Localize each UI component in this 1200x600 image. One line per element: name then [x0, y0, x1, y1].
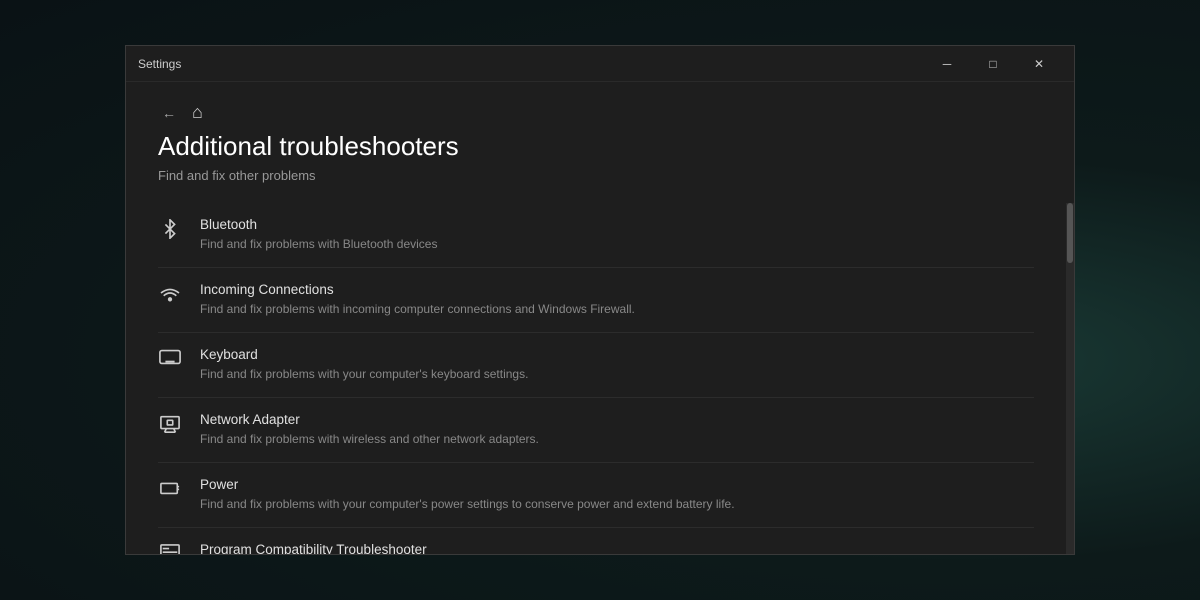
close-button[interactable]: ✕ [1016, 46, 1062, 82]
item-desc-incoming: Find and fix problems with incoming comp… [200, 300, 1034, 318]
subtitle: Find and fix other problems [158, 168, 1042, 183]
power-icon [158, 479, 182, 497]
list-item[interactable]: Power Find and fix problems with your co… [158, 463, 1034, 528]
scrollbar-track[interactable] [1066, 203, 1074, 554]
settings-window: Settings ─ □ ✕ ← ⌂ Additional troublesho… [125, 45, 1075, 555]
content-area: ← ⌂ Additional troubleshooters Find and … [126, 82, 1074, 554]
item-text-program: Program Compatibility Troubleshooter Fin… [200, 542, 1034, 554]
item-text-incoming: Incoming Connections Find and fix proble… [200, 282, 1034, 318]
scrollbar-thumb[interactable] [1067, 203, 1073, 263]
troubleshooter-list[interactable]: Bluetooth Find and fix problems with Blu… [126, 203, 1066, 554]
bluetooth-icon [158, 219, 182, 239]
item-desc-power: Find and fix problems with your computer… [200, 495, 1034, 513]
list-item[interactable]: Network Adapter Find and fix problems wi… [158, 398, 1034, 463]
list-item[interactable]: Incoming Connections Find and fix proble… [158, 268, 1034, 333]
incoming-connections-icon [158, 284, 182, 302]
network-adapter-icon [158, 414, 182, 434]
header-section: ← ⌂ Additional troubleshooters Find and … [126, 82, 1074, 203]
item-name-network: Network Adapter [200, 412, 1034, 427]
program-compat-icon [158, 544, 182, 554]
page-title: Additional troubleshooters [158, 131, 1042, 162]
list-item[interactable]: Keyboard Find and fix problems with your… [158, 333, 1034, 398]
keyboard-icon [158, 349, 182, 365]
title-bar: Settings ─ □ ✕ [126, 46, 1074, 82]
home-icon: ⌂ [192, 102, 203, 123]
item-name-program: Program Compatibility Troubleshooter [200, 542, 1034, 554]
maximize-button[interactable]: □ [970, 46, 1016, 82]
item-text-network: Network Adapter Find and fix problems wi… [200, 412, 1034, 448]
item-name-bluetooth: Bluetooth [200, 217, 1034, 232]
page-title-text: Additional troubleshooters [158, 131, 459, 162]
list-container: Bluetooth Find and fix problems with Blu… [126, 203, 1074, 554]
breadcrumb: ← ⌂ [158, 102, 1042, 123]
item-desc-network: Find and fix problems with wireless and … [200, 430, 1034, 448]
item-desc-bluetooth: Find and fix problems with Bluetooth dev… [200, 235, 1034, 253]
item-name-keyboard: Keyboard [200, 347, 1034, 362]
list-item[interactable]: Program Compatibility Troubleshooter Fin… [158, 528, 1034, 554]
item-name-power: Power [200, 477, 1034, 492]
window-title: Settings [138, 57, 924, 71]
item-desc-keyboard: Find and fix problems with your computer… [200, 365, 1034, 383]
window-controls: ─ □ ✕ [924, 46, 1062, 82]
minimize-button[interactable]: ─ [924, 46, 970, 82]
item-text-power: Power Find and fix problems with your co… [200, 477, 1034, 513]
item-name-incoming: Incoming Connections [200, 282, 1034, 297]
item-text-bluetooth: Bluetooth Find and fix problems with Blu… [200, 217, 1034, 253]
list-item[interactable]: Bluetooth Find and fix problems with Blu… [158, 203, 1034, 268]
back-button[interactable]: ← [158, 103, 180, 123]
item-text-keyboard: Keyboard Find and fix problems with your… [200, 347, 1034, 383]
